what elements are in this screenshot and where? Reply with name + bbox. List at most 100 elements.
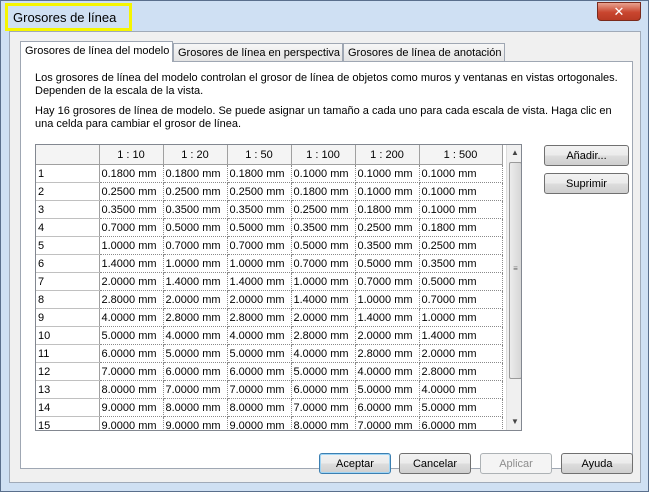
lineweight-cell[interactable]: 5.0000 mm [419,398,503,417]
lineweight-cell[interactable]: 1.0000 mm [163,254,228,273]
lineweight-cell[interactable]: 6.0000 mm [99,344,164,363]
lineweight-cell[interactable]: 0.3500 mm [419,254,503,273]
lineweight-cell[interactable]: 1.4000 mm [291,290,356,309]
lineweight-cell[interactable]: 0.1000 mm [419,200,503,219]
lineweight-cell[interactable]: 4.0000 mm [163,326,228,345]
ok-button[interactable]: Aceptar [319,453,391,474]
lineweight-cell[interactable]: 0.7000 mm [419,290,503,309]
lineweight-cell[interactable]: 0.1000 mm [355,182,420,201]
lineweight-cell[interactable]: 0.1800 mm [291,182,356,201]
lineweight-cell[interactable]: 0.5000 mm [355,254,420,273]
lineweight-cell[interactable]: 0.2500 mm [419,236,503,255]
lineweight-cell[interactable]: 2.8000 mm [163,308,228,327]
scroll-down-icon[interactable]: ▼ [507,414,521,430]
lineweight-cell[interactable]: 8.0000 mm [227,398,292,417]
lineweight-cell[interactable]: 7.0000 mm [227,380,292,399]
lineweight-cell[interactable]: 1.4000 mm [163,272,228,291]
lineweight-cell[interactable]: 1.4000 mm [419,326,503,345]
lineweight-cell[interactable]: 0.5000 mm [227,218,292,237]
lineweight-cell[interactable]: 1.0000 mm [99,236,164,255]
lineweight-cell[interactable]: 9.0000 mm [99,416,164,430]
lineweight-cell[interactable]: 0.2500 mm [163,182,228,201]
lineweight-cell[interactable]: 6.0000 mm [163,362,228,381]
lineweight-cell[interactable]: 0.1000 mm [355,164,420,183]
cancel-button[interactable]: Cancelar [399,453,471,474]
lineweight-cell[interactable]: 0.1800 mm [419,218,503,237]
lineweight-cell[interactable]: 6.0000 mm [291,380,356,399]
lineweight-cell[interactable]: 0.3500 mm [291,218,356,237]
lineweight-cell[interactable]: 2.8000 mm [227,308,292,327]
lineweight-cell[interactable]: 0.3500 mm [227,200,292,219]
lineweight-cell[interactable]: 0.2500 mm [99,182,164,201]
lineweight-cell[interactable]: 7.0000 mm [291,398,356,417]
lineweight-cell[interactable]: 1.0000 mm [419,308,503,327]
lineweight-cell[interactable]: 2.8000 mm [419,362,503,381]
lineweight-cell[interactable]: 5.0000 mm [291,362,356,381]
lineweight-cell[interactable]: 6.0000 mm [355,398,420,417]
lineweight-cell[interactable]: 1.4000 mm [355,308,420,327]
lineweight-cell[interactable]: 1.4000 mm [227,272,292,291]
lineweight-cell[interactable]: 6.0000 mm [419,416,503,430]
lineweight-cell[interactable]: 4.0000 mm [227,326,292,345]
lineweight-cell[interactable]: 2.0000 mm [227,290,292,309]
lineweight-cell[interactable]: 4.0000 mm [291,344,356,363]
vertical-scrollbar[interactable]: ▲ ≡ ▼ [506,145,521,430]
lineweight-cell[interactable]: 2.8000 mm [355,344,420,363]
lineweight-cell[interactable]: 0.3500 mm [163,200,228,219]
lineweight-cell[interactable]: 8.0000 mm [163,398,228,417]
scroll-thumb[interactable]: ≡ [509,162,521,379]
lineweight-cell[interactable]: 2.0000 mm [291,308,356,327]
apply-button[interactable]: Aplicar [480,453,552,474]
lineweight-cell[interactable]: 0.2500 mm [227,182,292,201]
tab-annotation[interactable]: Grosores de línea de anotación [343,43,505,61]
lineweight-cell[interactable]: 4.0000 mm [99,308,164,327]
lineweight-cell[interactable]: 0.2500 mm [291,200,356,219]
lineweight-cell[interactable]: 0.1800 mm [355,200,420,219]
tab-perspective[interactable]: Grosores de línea en perspectiva [173,43,343,61]
help-button[interactable]: Ayuda [561,453,633,474]
lineweight-cell[interactable]: 2.8000 mm [99,290,164,309]
lineweight-cell[interactable]: 4.0000 mm [419,380,503,399]
lineweight-cell[interactable]: 2.0000 mm [419,344,503,363]
lineweight-cell[interactable]: 0.2500 mm [355,218,420,237]
add-button[interactable]: Añadir... [544,145,629,166]
lineweight-cell[interactable]: 0.7000 mm [227,236,292,255]
lineweight-cell[interactable]: 5.0000 mm [355,380,420,399]
lineweight-cell[interactable]: 7.0000 mm [99,362,164,381]
lineweight-cell[interactable]: 9.0000 mm [163,416,228,430]
lineweight-cell[interactable]: 0.7000 mm [355,272,420,291]
lineweight-cell[interactable]: 2.0000 mm [355,326,420,345]
lineweight-cell[interactable]: 2.0000 mm [99,272,164,291]
close-button[interactable]: ✕ [597,2,641,21]
lineweight-cell[interactable]: 0.1800 mm [99,164,164,183]
lineweight-cell[interactable]: 0.5000 mm [163,218,228,237]
lineweight-cell[interactable]: 9.0000 mm [99,398,164,417]
lineweight-cell[interactable]: 0.1800 mm [227,164,292,183]
lineweight-cell[interactable]: 8.0000 mm [99,380,164,399]
lineweight-cell[interactable]: 0.7000 mm [99,218,164,237]
lineweight-cell[interactable]: 1.0000 mm [355,290,420,309]
lineweight-cell[interactable]: 4.0000 mm [355,362,420,381]
lineweight-cell[interactable]: 1.0000 mm [227,254,292,273]
delete-button[interactable]: Suprimir [544,173,629,194]
lineweight-cell[interactable]: 7.0000 mm [163,380,228,399]
lineweight-cell[interactable]: 0.1000 mm [419,182,503,201]
lineweight-cell[interactable]: 0.7000 mm [163,236,228,255]
lineweight-cell[interactable]: 5.0000 mm [99,326,164,345]
lineweight-cell[interactable]: 7.0000 mm [355,416,420,430]
lineweight-cell[interactable]: 1.4000 mm [99,254,164,273]
lineweight-cell[interactable]: 0.7000 mm [291,254,356,273]
scroll-up-icon[interactable]: ▲ [507,145,521,161]
lineweight-cell[interactable]: 6.0000 mm [227,362,292,381]
lineweight-cell[interactable]: 1.0000 mm [291,272,356,291]
lineweight-cell[interactable]: 0.1000 mm [291,164,356,183]
lineweight-cell[interactable]: 0.1000 mm [419,164,503,183]
lineweight-cell[interactable]: 5.0000 mm [163,344,228,363]
lineweight-cell[interactable]: 0.5000 mm [419,272,503,291]
lineweight-cell[interactable]: 2.0000 mm [163,290,228,309]
lineweight-cell[interactable]: 0.5000 mm [291,236,356,255]
lineweight-cell[interactable]: 5.0000 mm [227,344,292,363]
lineweight-cell[interactable]: 0.3500 mm [355,236,420,255]
lineweight-cell[interactable]: 0.3500 mm [99,200,164,219]
lineweight-cell[interactable]: 8.0000 mm [291,416,356,430]
